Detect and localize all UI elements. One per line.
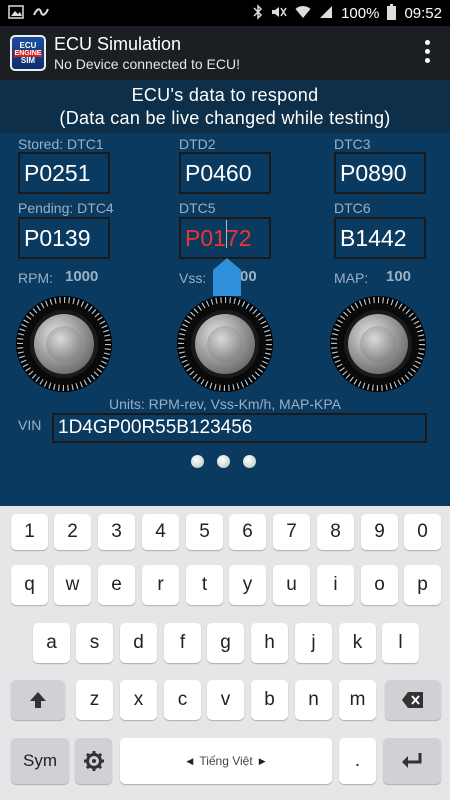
app-title: ECU Simulation	[54, 34, 182, 54]
units-note: Units: RPM-rev, Vss-Km/h, MAP-KPA	[108, 396, 342, 412]
key-o[interactable]: o	[361, 565, 398, 605]
key-c[interactable]: c	[164, 680, 201, 720]
key-a[interactable]: a	[33, 623, 70, 663]
dtc1-label: Stored: DTC1	[18, 136, 104, 152]
dtc2-label: DTD2	[179, 136, 216, 152]
key-s[interactable]: s	[76, 623, 113, 663]
gear-icon	[83, 751, 104, 771]
clock: 09:52	[404, 4, 442, 22]
rpm-knob[interactable]	[16, 296, 112, 392]
bluetooth-icon	[253, 3, 263, 23]
app-notification-icon	[32, 5, 50, 22]
vss-knob[interactable]	[177, 296, 273, 392]
soft-keyboard: 1 2 3 4 5 6 7 8 9 0 q w e r t y u i o p …	[0, 506, 450, 800]
info-banner: ECU's data to respond (Data can be live …	[0, 80, 450, 134]
key-9[interactable]: 9	[361, 514, 398, 550]
space-right-arrow-icon: ▶	[258, 755, 266, 766]
key-j[interactable]: j	[295, 623, 332, 663]
dtc2-field[interactable]: P0460	[179, 152, 271, 194]
key-t[interactable]: t	[186, 565, 223, 605]
key-u[interactable]: u	[273, 565, 310, 605]
backspace-key[interactable]	[385, 680, 441, 720]
language-label: Tiếng Việt	[199, 754, 253, 768]
dtc3-field[interactable]: P0890	[334, 152, 426, 194]
key-i[interactable]: i	[317, 565, 354, 605]
dtc5-field[interactable]: P0172	[179, 217, 271, 259]
vin-label: VIN	[18, 417, 42, 433]
key-6[interactable]: 6	[229, 514, 266, 550]
key-x[interactable]: x	[120, 680, 157, 720]
text-cursor	[226, 220, 227, 248]
key-4[interactable]: 4	[142, 514, 179, 550]
key-r[interactable]: r	[142, 565, 179, 605]
text-selection-handle[interactable]	[213, 258, 241, 296]
battery-icon	[387, 3, 397, 23]
key-2[interactable]: 2	[54, 514, 91, 550]
key-e[interactable]: e	[98, 565, 135, 605]
map-label: MAP:	[334, 270, 369, 286]
rpm-value: 1000	[65, 268, 99, 285]
key-p[interactable]: p	[404, 565, 441, 605]
key-d[interactable]: d	[120, 623, 157, 663]
shift-icon	[30, 692, 46, 708]
sym-key[interactable]: Sym	[11, 738, 69, 784]
key-y[interactable]: y	[229, 565, 266, 605]
key-5[interactable]: 5	[186, 514, 223, 550]
key-7[interactable]: 7	[273, 514, 310, 550]
key-h[interactable]: h	[251, 623, 288, 663]
key-l[interactable]: l	[382, 623, 419, 663]
status-bar: 100% 09:52	[0, 0, 450, 26]
map-knob[interactable]	[330, 296, 426, 392]
dtc4-field[interactable]: P0139	[18, 217, 110, 259]
enter-icon	[402, 753, 422, 768]
wifi-icon	[295, 5, 311, 22]
key-n[interactable]: n	[295, 680, 332, 720]
banner-subtitle: (Data can be live changed while testing)	[59, 108, 391, 128]
period-key[interactable]: .	[339, 738, 376, 784]
dtc1-field[interactable]: P0251	[18, 152, 110, 194]
key-g[interactable]: g	[207, 623, 244, 663]
key-z[interactable]: z	[76, 680, 113, 720]
backspace-icon	[402, 692, 423, 708]
space-left-arrow-icon: ◀	[186, 755, 194, 766]
dtc5-label: DTC5	[179, 200, 216, 216]
image-notification-icon	[8, 4, 24, 22]
key-m[interactable]: m	[339, 680, 376, 720]
key-1[interactable]: 1	[11, 514, 48, 550]
connection-status: No Device connected to ECU!	[54, 56, 240, 72]
page-indicator[interactable]	[191, 455, 256, 468]
key-f[interactable]: f	[164, 623, 201, 663]
key-q[interactable]: q	[11, 565, 48, 605]
mute-icon	[271, 5, 287, 22]
signal-icon	[319, 5, 333, 22]
key-w[interactable]: w	[54, 565, 91, 605]
key-8[interactable]: 8	[317, 514, 354, 550]
dtc6-field[interactable]: B1442	[334, 217, 426, 259]
dtc6-label: DTC6	[334, 200, 371, 216]
vss-value: 00	[240, 268, 257, 285]
map-value: 100	[386, 268, 412, 285]
main-panel: ECU's data to respond (Data can be live …	[0, 80, 450, 506]
key-v[interactable]: v	[207, 680, 244, 720]
key-3[interactable]: 3	[98, 514, 135, 550]
banner-title: ECU's data to respond	[131, 85, 319, 105]
enter-key[interactable]	[383, 738, 441, 784]
overflow-menu-icon[interactable]	[425, 40, 430, 63]
vin-field[interactable]: 1D4GP00R55B123456	[52, 413, 427, 443]
app-logo: ECU ENGINE SIM	[10, 35, 46, 71]
shift-key[interactable]	[11, 680, 65, 720]
space-key[interactable]: ◀ Tiếng Việt ▶	[120, 738, 332, 784]
vss-label: Vss:	[179, 270, 207, 286]
app-bar: ECU ENGINE SIM ECU Simulation No Device …	[0, 26, 450, 80]
dtc3-label: DTC3	[334, 136, 371, 152]
settings-key[interactable]	[75, 738, 112, 784]
key-b[interactable]: b	[251, 680, 288, 720]
rpm-label: RPM:	[18, 270, 53, 286]
key-0[interactable]: 0	[404, 514, 441, 550]
key-k[interactable]: k	[339, 623, 376, 663]
battery-level: 100%	[341, 4, 380, 22]
dtc4-label: Pending: DTC4	[18, 200, 114, 216]
